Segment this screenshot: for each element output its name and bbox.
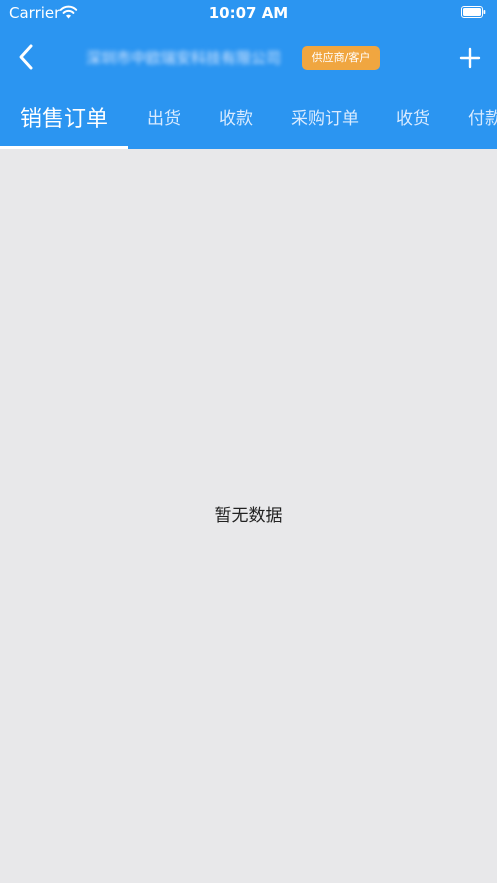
tab-purchase-order[interactable]: 采购订单 — [291, 92, 359, 149]
status-time: 10:07 AM — [208, 4, 289, 22]
app-header: Carrier 10:07 AM 深圳市中欧瑞安科技有限公司 供应商/客户 销售… — [0, 0, 497, 149]
tab-receipt[interactable]: 收款 — [219, 92, 253, 149]
tab-payment[interactable]: 付款 — [468, 92, 497, 149]
add-button[interactable] — [457, 45, 483, 71]
page-title: 深圳市中欧瑞安科技有限公司 — [86, 49, 282, 67]
tab-sales-order[interactable]: 销售订单 — [20, 92, 108, 149]
back-button[interactable] — [14, 42, 40, 72]
empty-state-text: 暂无数据 — [214, 506, 283, 526]
tab-shipment[interactable]: 出货 — [147, 92, 181, 149]
tab-goods-received[interactable]: 收货 — [396, 92, 430, 149]
status-bar: Carrier 10:07 AM — [0, 0, 497, 26]
battery-icon — [461, 6, 486, 18]
tab-bar: 销售订单 出货 收款 采购订单 收货 付款 — [0, 92, 497, 149]
role-badge: 供应商/客户 — [302, 46, 380, 70]
active-tab-indicator — [0, 146, 128, 149]
